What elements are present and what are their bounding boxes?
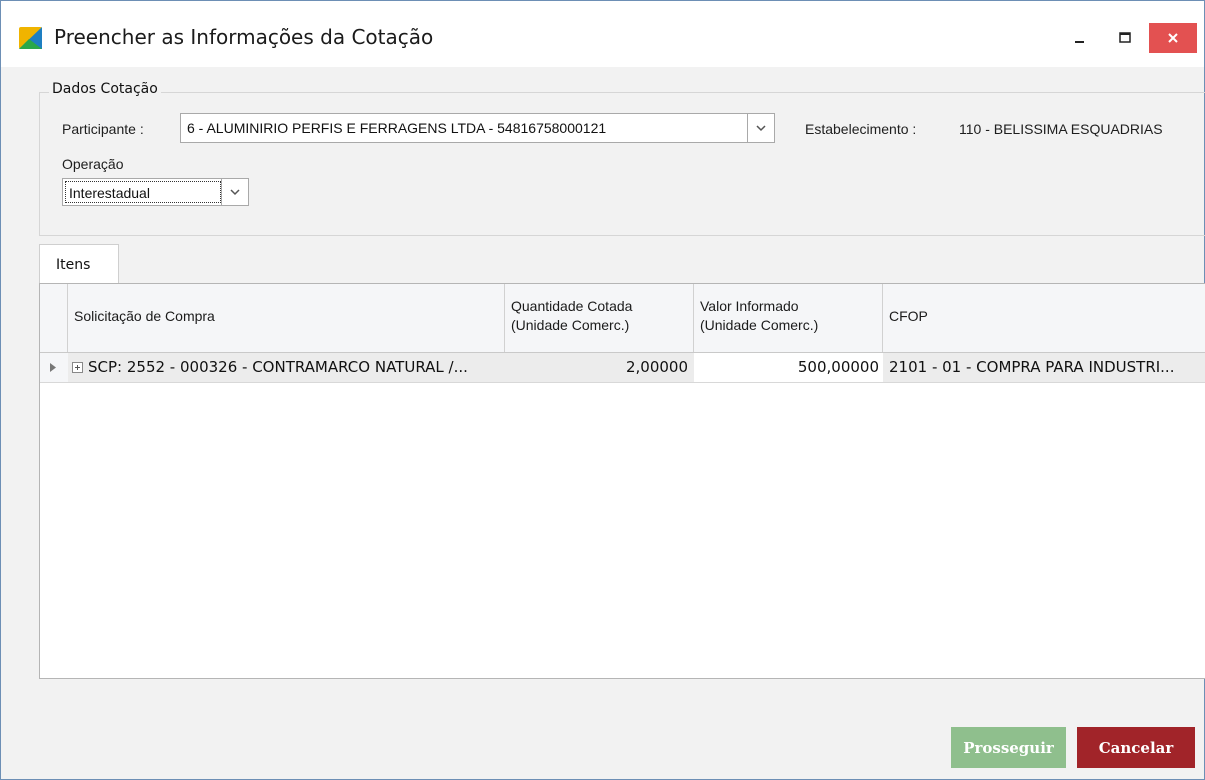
minimize-button[interactable] [1057,23,1103,53]
column-header-valor[interactable]: Valor Informado (Unidade Comerc.) [694,284,883,352]
dialog-window: Preencher as Informações da Cotação Dado… [0,0,1205,780]
cell-valor[interactable]: 500,00000 [694,353,883,382]
column-header-sublabel: (Unidade Comerc.) [511,317,630,333]
column-header-sublabel: (Unidade Comerc.) [700,317,819,333]
operacao-select[interactable]: Interestadual [62,178,249,206]
app-logo-icon [19,27,42,49]
participante-label: Participante : [62,121,144,137]
close-icon [1168,33,1178,43]
caret-right-icon [50,363,56,372]
column-header-label: CFOP [889,308,928,324]
solicitacao-text: SCP: 2552 - 000326 - CONTRAMARCO NATURAL… [88,358,468,376]
cell-quantidade[interactable]: 2,00000 [505,353,694,382]
chevron-down-icon [230,188,240,195]
tab-itens-label: Itens [56,257,91,273]
table-row[interactable]: SCP: 2552 - 000326 - CONTRAMARCO NATURAL… [40,353,1205,383]
valor-text: 500,00000 [797,358,879,376]
estabelecimento-value: 110 - BELISSIMA ESQUADRIAS [959,121,1163,137]
dados-cotacao-title: Dados Cotação [49,81,161,97]
participante-select[interactable]: 6 - ALUMINIRIO PERFIS E FERRAGENS LTDA -… [180,113,775,143]
expand-plus-icon[interactable] [72,362,83,373]
participante-value: 6 - ALUMINIRIO PERFIS E FERRAGENS LTDA -… [187,120,607,136]
chevron-down-icon [756,124,766,131]
cancelar-button[interactable]: Cancelar [1077,727,1195,768]
column-header-quantidade[interactable]: Quantidade Cotada (Unidade Comerc.) [505,284,694,352]
close-button[interactable] [1149,23,1197,53]
column-header-label: Quantidade Cotada [511,298,633,314]
cell-cfop[interactable]: 2101 - 01 - COMPRA PARA INDUSTRI... [883,353,1205,382]
operacao-dropdown-button[interactable] [221,179,248,205]
prosseguir-button[interactable]: Prosseguir [951,727,1066,768]
row-indicator-header [40,284,68,352]
maximize-button[interactable] [1102,23,1148,53]
row-indicator [40,353,68,382]
grid-header: Solicitação de Compra Quantidade Cotada … [40,284,1205,353]
column-header-cfop[interactable]: CFOP [883,284,1205,352]
cell-solicitacao[interactable]: SCP: 2552 - 000326 - CONTRAMARCO NATURAL… [68,353,505,382]
column-header-label: Valor Informado [700,298,799,314]
operacao-value: Interestadual [69,185,150,201]
operacao-label: Operação [62,156,124,172]
title-bar: Preencher as Informações da Cotação [1,1,1204,67]
maximize-icon [1119,32,1131,43]
operacao-focus-box: Interestadual [65,181,221,203]
participante-dropdown-button[interactable] [747,114,774,142]
tab-itens[interactable]: Itens [39,244,119,284]
quantidade-text: 2,00000 [625,358,688,376]
cfop-text: 2101 - 01 - COMPRA PARA INDUSTRI... [889,358,1175,376]
minimize-icon [1075,41,1084,43]
window-title: Preencher as Informações da Cotação [54,25,434,49]
itens-grid: Solicitação de Compra Quantidade Cotada … [39,283,1205,679]
column-header-label: Solicitação de Compra [74,308,215,324]
column-header-solicitacao[interactable]: Solicitação de Compra [68,284,505,352]
estabelecimento-label: Estabelecimento : [805,121,917,137]
